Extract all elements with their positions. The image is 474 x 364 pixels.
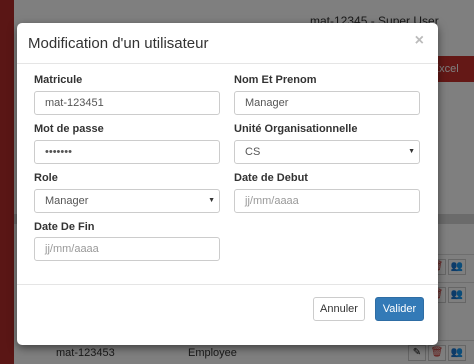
date-debut-input[interactable]: jj/mm/aaaa xyxy=(234,189,420,213)
role-select[interactable]: Manager ▼ xyxy=(34,189,220,213)
date-fin-input[interactable]: jj/mm/aaaa xyxy=(34,237,220,261)
modal-footer: Annuler Valider xyxy=(17,284,438,345)
unite-label: Unité Organisationnelle xyxy=(234,123,358,135)
submit-button[interactable]: Valider xyxy=(375,297,424,321)
cancel-button[interactable]: Annuler xyxy=(313,297,365,321)
chevron-down-icon: ▼ xyxy=(208,197,215,204)
unite-select-value: CS xyxy=(245,146,261,158)
close-icon[interactable]: × xyxy=(415,32,424,50)
nom-prenom-label: Nom Et Prenom xyxy=(234,74,317,86)
modal-title: Modification d'un utilisateur xyxy=(28,35,209,52)
role-select-value: Manager xyxy=(45,195,89,207)
edit-user-modal: Modification d'un utilisateur × Matricul… xyxy=(17,23,438,345)
password-label: Mot de passe xyxy=(34,123,104,135)
matricule-label: Matricule xyxy=(34,74,83,86)
unite-select[interactable]: CS ▼ xyxy=(234,140,420,164)
chevron-down-icon: ▼ xyxy=(408,148,415,155)
matricule-input[interactable]: mat-123451 xyxy=(34,91,220,115)
modal-header: Modification d'un utilisateur × xyxy=(17,23,438,64)
date-fin-label: Date De Fin xyxy=(34,221,95,233)
nom-prenom-input[interactable]: Manager xyxy=(234,91,420,115)
date-debut-label: Date de Debut xyxy=(234,172,308,184)
role-label: Role xyxy=(34,172,58,184)
password-input[interactable]: ••••••• xyxy=(34,140,220,164)
